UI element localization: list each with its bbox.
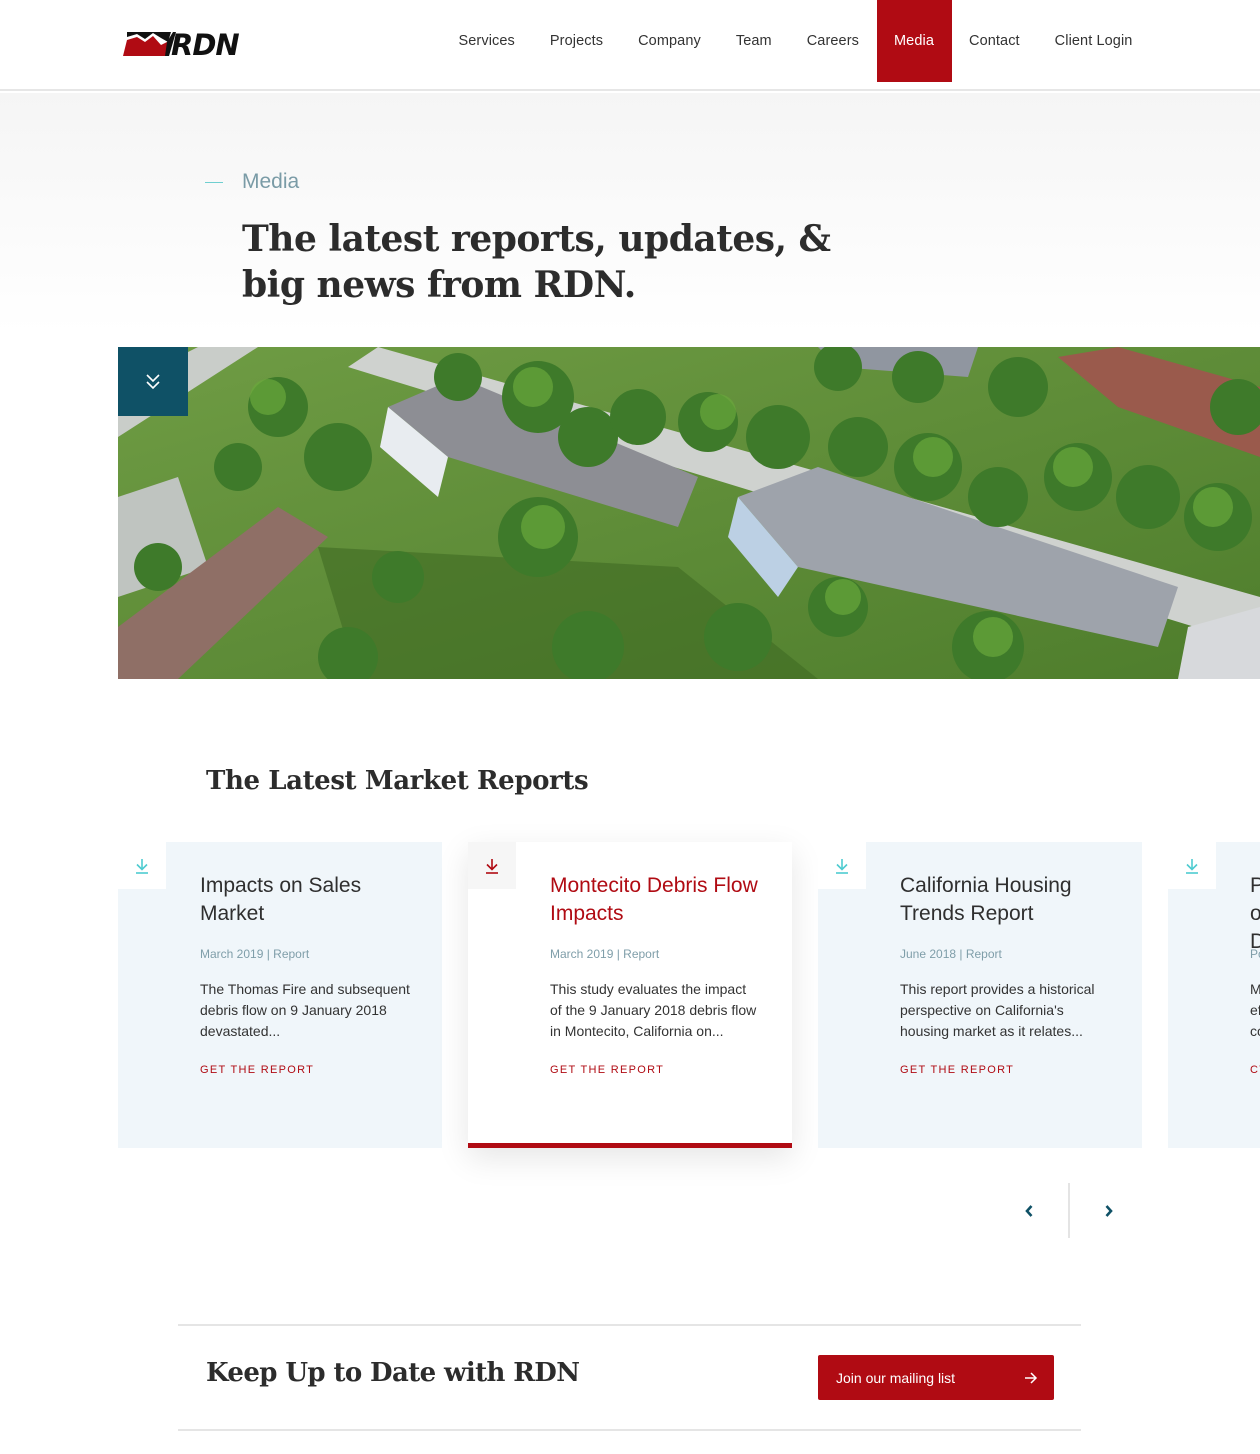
get-report-link[interactable]: GET THE REPORT <box>550 1064 664 1076</box>
report-card-featured[interactable]: Montecito Debris Flow Impacts March 2019… <box>468 842 792 1148</box>
download-icon <box>486 858 498 874</box>
nav-item-media[interactable]: Media <box>876 0 952 82</box>
rdn-logo[interactable]: RDN <box>121 28 261 62</box>
download-button[interactable] <box>118 842 166 889</box>
reports-section-title: The Latest Market Reports <box>206 766 589 796</box>
download-icon <box>836 858 848 874</box>
card-meta: March 2019 | Report <box>200 947 310 961</box>
nav-item-team[interactable]: Team <box>718 0 789 82</box>
nav-item-company[interactable]: Company <box>621 0 719 82</box>
logo-mark: RDN <box>123 28 240 62</box>
eyebrow-label: Media <box>242 170 300 193</box>
report-card[interactable]: California Housing Trends Report June 20… <box>818 842 1142 1148</box>
nav-item-services[interactable]: Services <box>441 0 532 82</box>
hero-eyebrow: Media <box>205 170 299 194</box>
card-meta: Po <box>1250 947 1260 961</box>
double-chevron-down-icon <box>146 373 160 389</box>
carousel-prev-button[interactable] <box>990 1183 1068 1238</box>
card-meta: March 2019 | Report <box>550 947 660 961</box>
download-button[interactable] <box>1168 842 1216 889</box>
card-description: This study evaluates the impact of the 9… <box>550 981 757 1039</box>
nav-item-contact[interactable]: Contact <box>952 0 1038 82</box>
nav-item-careers[interactable]: Careers <box>789 0 876 82</box>
aerial-photo <box>118 347 1260 679</box>
card-description: This report provides a historical perspe… <box>900 981 1095 1039</box>
carousel-pager <box>990 1183 1150 1238</box>
nav-item-client-login[interactable]: Client Login <box>1037 0 1150 82</box>
newsletter-divider-bottom <box>178 1429 1081 1431</box>
eyebrow-dash <box>205 181 223 183</box>
card-meta: June 2018 | Report <box>900 947 1002 961</box>
newsletter-divider-top <box>178 1324 1081 1326</box>
download-icon <box>136 858 148 874</box>
newsletter-title: Keep Up to Date with RDN <box>206 1358 580 1388</box>
download-button[interactable] <box>468 842 516 889</box>
card-title: Impacts on Sales Market <box>200 874 362 925</box>
hero-image <box>118 347 1260 679</box>
get-report-link[interactable]: GET THE REPORT <box>200 1064 314 1076</box>
svg-text:RDN: RDN <box>171 28 239 58</box>
join-mailing-list-label: Join our mailing list <box>836 1369 956 1386</box>
card-description: M ef co <box>1250 981 1260 1039</box>
chevron-left-icon <box>1025 1204 1033 1217</box>
download-icon <box>1186 858 1198 874</box>
join-mailing-list-button[interactable]: Join our mailing list <box>818 1355 1054 1400</box>
download-button[interactable] <box>818 842 866 889</box>
get-report-link[interactable]: CT <box>1250 1064 1260 1076</box>
get-report-link[interactable]: GET THE REPORT <box>900 1064 1014 1076</box>
chevron-right-icon <box>1105 1204 1113 1217</box>
carousel-next-button[interactable] <box>1070 1183 1148 1238</box>
card-title: California Housing Trends Report <box>900 874 1072 925</box>
card-description: The Thomas Fire and subsequent debris fl… <box>200 981 410 1039</box>
card-title: Montecito Debris Flow Impacts <box>550 874 758 925</box>
arrow-right-icon <box>1025 1371 1038 1384</box>
site-header: RDN Services Projects Company Team Caree… <box>0 0 1260 91</box>
report-card[interactable]: Impacts on Sales Market March 2019 | Rep… <box>118 842 442 1148</box>
nav-item-projects[interactable]: Projects <box>532 0 620 82</box>
main-nav: Services Projects Company Team Careers M… <box>441 0 1150 82</box>
report-card-partial[interactable]: P o D Po M ef co CT <box>1168 842 1260 1148</box>
scroll-down-button[interactable] <box>118 347 188 416</box>
page-title: The latest reports, updates, & big news … <box>242 218 831 306</box>
card-title: P o D <box>1250 874 1260 953</box>
